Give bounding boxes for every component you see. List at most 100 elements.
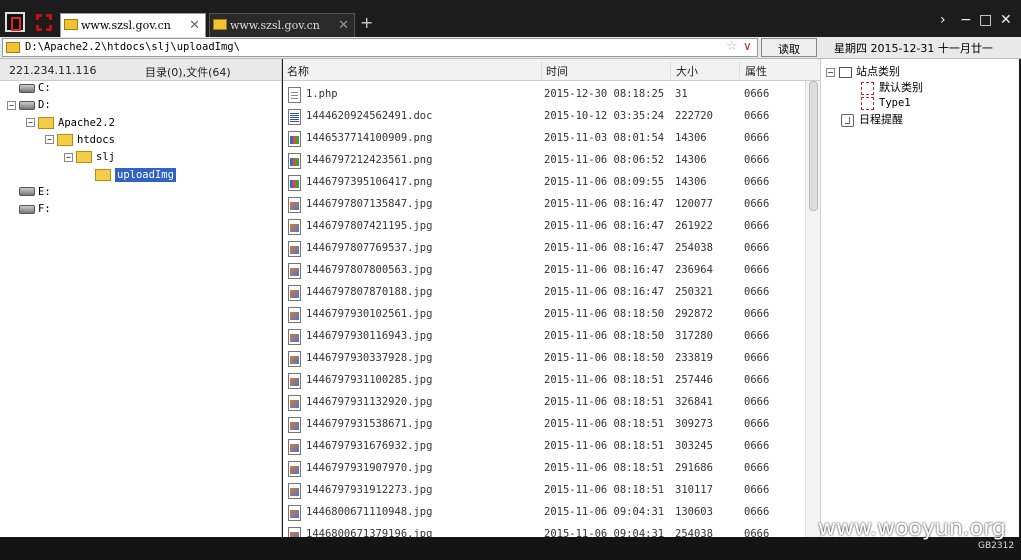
schedule-item[interactable]: 日程提醒 [841,111,903,127]
table-row[interactable]: 1446537714100909.png 2015-11-03 08:01:54 1… [283,128,805,150]
table-row[interactable]: 1446797930102561.jpg 2015-11-06 08:18:50 2… [283,304,805,326]
category-label: 站点类别 [856,65,900,78]
drive-icon [19,187,35,197]
folder-icon [64,19,78,30]
tree-node[interactable]: − slj [64,151,115,167]
file-name: 1446797930116943.jpg [306,330,433,342]
table-row[interactable]: 1446797930116943.jpg 2015-11-06 08:18:50 3… [283,326,805,348]
chevron-right-icon[interactable]: › [940,12,946,28]
table-row[interactable]: 1446797931132920.jpg 2015-11-06 08:18:51 3… [283,392,805,414]
file-size: 31 [675,88,688,100]
date-display: 星期四 2015-12-31 十一月廿一 [834,42,993,55]
vertical-scrollbar[interactable] [805,81,820,537]
scrollbar-thumb[interactable] [809,81,818,211]
column-size[interactable]: 大小 [676,63,698,79]
file-name: 1446797930102561.jpg [306,308,433,320]
table-row[interactable]: 1.php 2015-12-30 08:18:25 31 0666 [283,84,805,106]
read-button[interactable]: 读取 [761,38,817,57]
collapse-icon[interactable]: − [826,67,835,77]
category-item[interactable]: Type1 [861,96,911,110]
chevron-down-icon[interactable]: ∨ [743,39,752,53]
tree-node[interactable]: − D: [7,99,51,115]
favorite-star-icon[interactable]: ☆ [726,39,738,54]
file-attr: 0666 [744,484,770,496]
file-time: 2015-11-06 08:16:47 [544,220,665,232]
table-row[interactable]: 1446797395106417.png 2015-11-06 08:09:55 1… [283,172,805,194]
tree-node[interactable]: E: [7,186,51,202]
table-row[interactable]: 1446797931100285.jpg 2015-11-06 08:18:51 2… [283,370,805,392]
column-attr[interactable]: 属性 [745,63,767,79]
file-time: 2015-11-06 08:18:51 [544,440,665,452]
record-icon[interactable] [31,12,57,34]
file-name: 1446797931538671.jpg [306,418,433,430]
new-tab-button[interactable]: + [360,13,373,32]
table-row[interactable]: 1446797807135847.jpg 2015-11-06 08:16:47 1… [283,194,805,216]
collapse-icon[interactable]: − [7,100,16,110]
category-label: 默认类别 [879,81,923,94]
file-time: 2015-11-06 08:16:47 [544,286,665,298]
minimize-button[interactable]: − [960,12,972,28]
collapse-icon[interactable]: − [45,135,54,145]
tree-node[interactable]: − Apache2.2 [26,116,115,133]
tree-node[interactable]: uploadImg [83,167,176,185]
address-path[interactable]: D:\Apache2.2\htdocs\slj\uploadImg\ [25,41,240,53]
close-icon[interactable]: ✕ [189,18,200,33]
server-ip: 221.234.11.116 [9,64,97,77]
table-row[interactable]: 1446797807800563.jpg 2015-11-06 08:16:47 2… [283,260,805,282]
file-size: 233819 [675,352,713,364]
jpg-file-icon [288,351,301,367]
file-time: 2015-12-30 08:18:25 [544,88,665,100]
file-size: 14306 [675,154,707,166]
close-icon[interactable]: ✕ [338,18,349,33]
file-time: 2015-11-06 08:18:51 [544,484,665,496]
file-attr: 0666 [744,308,770,320]
table-row[interactable]: 1446797807421195.jpg 2015-11-06 08:16:47 2… [283,216,805,238]
tree-node[interactable]: − htdocs [45,133,115,150]
category-item[interactable]: 默认类别 [861,79,923,95]
drive-icon [19,100,35,110]
collapse-icon[interactable]: − [26,118,35,128]
table-row[interactable]: 1446797212423561.png 2015-11-06 08:06:52 1… [283,150,805,172]
table-row[interactable]: 1446800671110948.jpg 2015-11-06 09:04:31 1… [283,502,805,524]
file-attr: 0666 [744,330,770,342]
file-time: 2015-11-06 08:16:47 [544,242,665,254]
file-name: 1446797931907970.jpg [306,462,433,474]
category-root[interactable]: − 站点类别 [826,63,900,79]
table-row[interactable]: 1446797807769537.jpg 2015-11-06 08:16:47 2… [283,238,805,260]
folder-icon [213,19,227,30]
table-row[interactable]: 1446797931907970.jpg 2015-11-06 08:18:51 2… [283,458,805,480]
tree-header: 221.234.11.116 目录(0),文件(64) [0,59,281,81]
tree-node[interactable]: C: [7,82,51,98]
table-row[interactable]: 1446797930337928.jpg 2015-11-06 08:18:50 2… [283,348,805,370]
address-input[interactable]: D:\Apache2.2\htdocs\slj\uploadImg\ ☆ ∨ [2,38,758,57]
maximize-button[interactable]: □ [979,12,992,28]
file-size: 310117 [675,484,713,496]
table-row[interactable]: 1446797807870188.jpg 2015-11-06 08:16:47 2… [283,282,805,304]
file-attr: 0666 [744,352,770,364]
jpg-file-icon [288,197,301,213]
app-logo-icon[interactable] [5,12,25,32]
tree-node[interactable]: F: [7,203,51,219]
folder-icon [57,133,73,146]
file-time: 2015-11-06 08:18:51 [544,374,665,386]
file-attr: 0666 [744,418,770,430]
file-attr: 0666 [744,440,770,452]
table-row[interactable]: 1446797931912273.jpg 2015-11-06 08:18:51 3… [283,480,805,502]
column-name[interactable]: 名称 [287,63,309,79]
table-row[interactable]: 1446797931538671.jpg 2015-11-06 08:18:51 3… [283,414,805,436]
table-row[interactable]: 1446797931676932.jpg 2015-11-06 08:18:51 3… [283,436,805,458]
file-size: 309273 [675,418,713,430]
column-time[interactable]: 时间 [546,63,568,79]
jpg-file-icon [288,241,301,257]
tab-inactive[interactable]: www.szsl.gov.cn ✕ [209,13,355,37]
tree-node-label: F: [38,203,51,216]
php-file-icon [288,87,301,103]
collapse-icon[interactable]: − [64,152,73,162]
tab-active[interactable]: www.szsl.gov.cn ✕ [60,13,206,37]
close-button[interactable]: ✕ [1000,12,1012,28]
file-size: 261922 [675,220,713,232]
file-name: 1446797931676932.jpg [306,440,433,452]
table-row[interactable]: 1446800671379196.jpg 2015-11-06 09:04:31 2… [283,524,805,537]
file-attr: 0666 [744,396,770,408]
table-row[interactable]: 1444620924562491.doc 2015-10-12 03:35:24 2… [283,106,805,128]
